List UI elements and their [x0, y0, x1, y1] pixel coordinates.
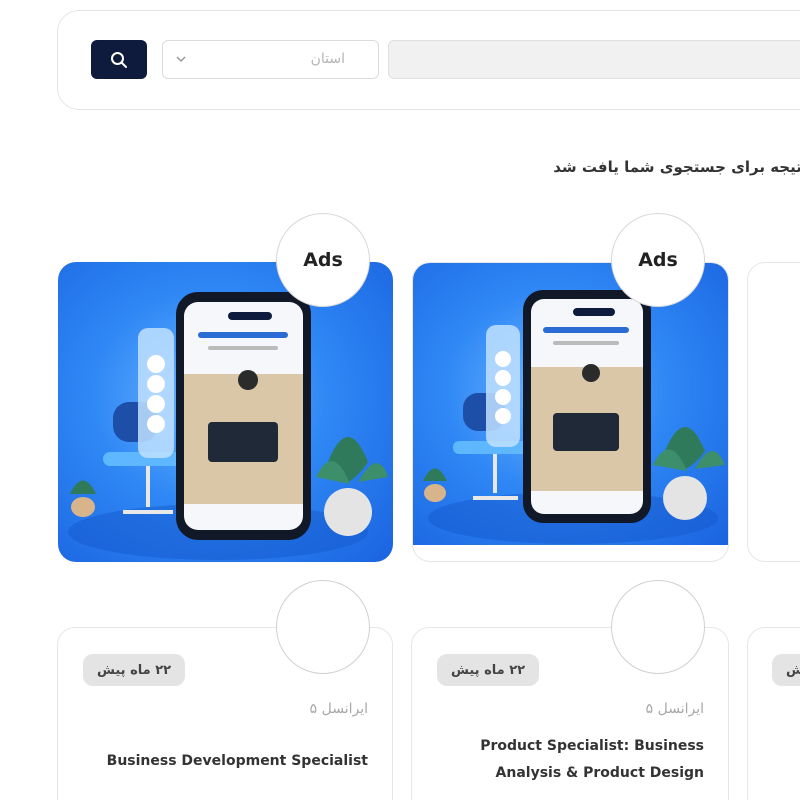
- company-logo[interactable]: [276, 580, 370, 674]
- company-name[interactable]: ایرانسل ۵: [646, 701, 704, 717]
- search-button[interactable]: [91, 40, 147, 79]
- ad-illustration: [68, 292, 388, 560]
- page: استان نتیجه برای جستجوی شما یافت شد Ads …: [0, 0, 800, 800]
- ad-card[interactable]: [58, 262, 393, 562]
- posted-time-badge: ۲۲ ماه پیش: [772, 654, 800, 686]
- job-card[interactable]: ۲۲ ماه پیش: [747, 627, 800, 800]
- posted-time-badge: ۲۲ ماه پیش: [83, 654, 186, 686]
- ad-banner-image: [413, 263, 728, 545]
- company-name[interactable]: ایرانسل ۵: [310, 701, 368, 717]
- chevron-down-icon: [176, 56, 186, 63]
- ads-badge: Ads: [611, 213, 705, 307]
- province-placeholder: استان: [310, 51, 345, 67]
- job-title[interactable]: Business Development Specialist: [107, 748, 368, 775]
- search-icon: [111, 51, 127, 68]
- ads-badge: Ads: [276, 213, 370, 307]
- results-summary: نتیجه برای جستجوی شما یافت شد: [553, 158, 800, 176]
- province-select[interactable]: استان: [162, 40, 379, 79]
- keyword-input[interactable]: [388, 40, 800, 79]
- ads-badge-label: Ads: [638, 249, 678, 271]
- posted-time-badge: ۲۲ ماه پیش: [437, 654, 540, 686]
- ads-badge-label: Ads: [303, 249, 343, 271]
- ad-banner-image: [58, 262, 393, 562]
- ad-card[interactable]: [747, 262, 800, 562]
- company-logo[interactable]: [611, 580, 705, 674]
- job-title[interactable]: Product Specialist: Business Analysis & …: [424, 733, 704, 787]
- ad-illustration: [423, 290, 725, 544]
- ad-card[interactable]: [412, 262, 729, 562]
